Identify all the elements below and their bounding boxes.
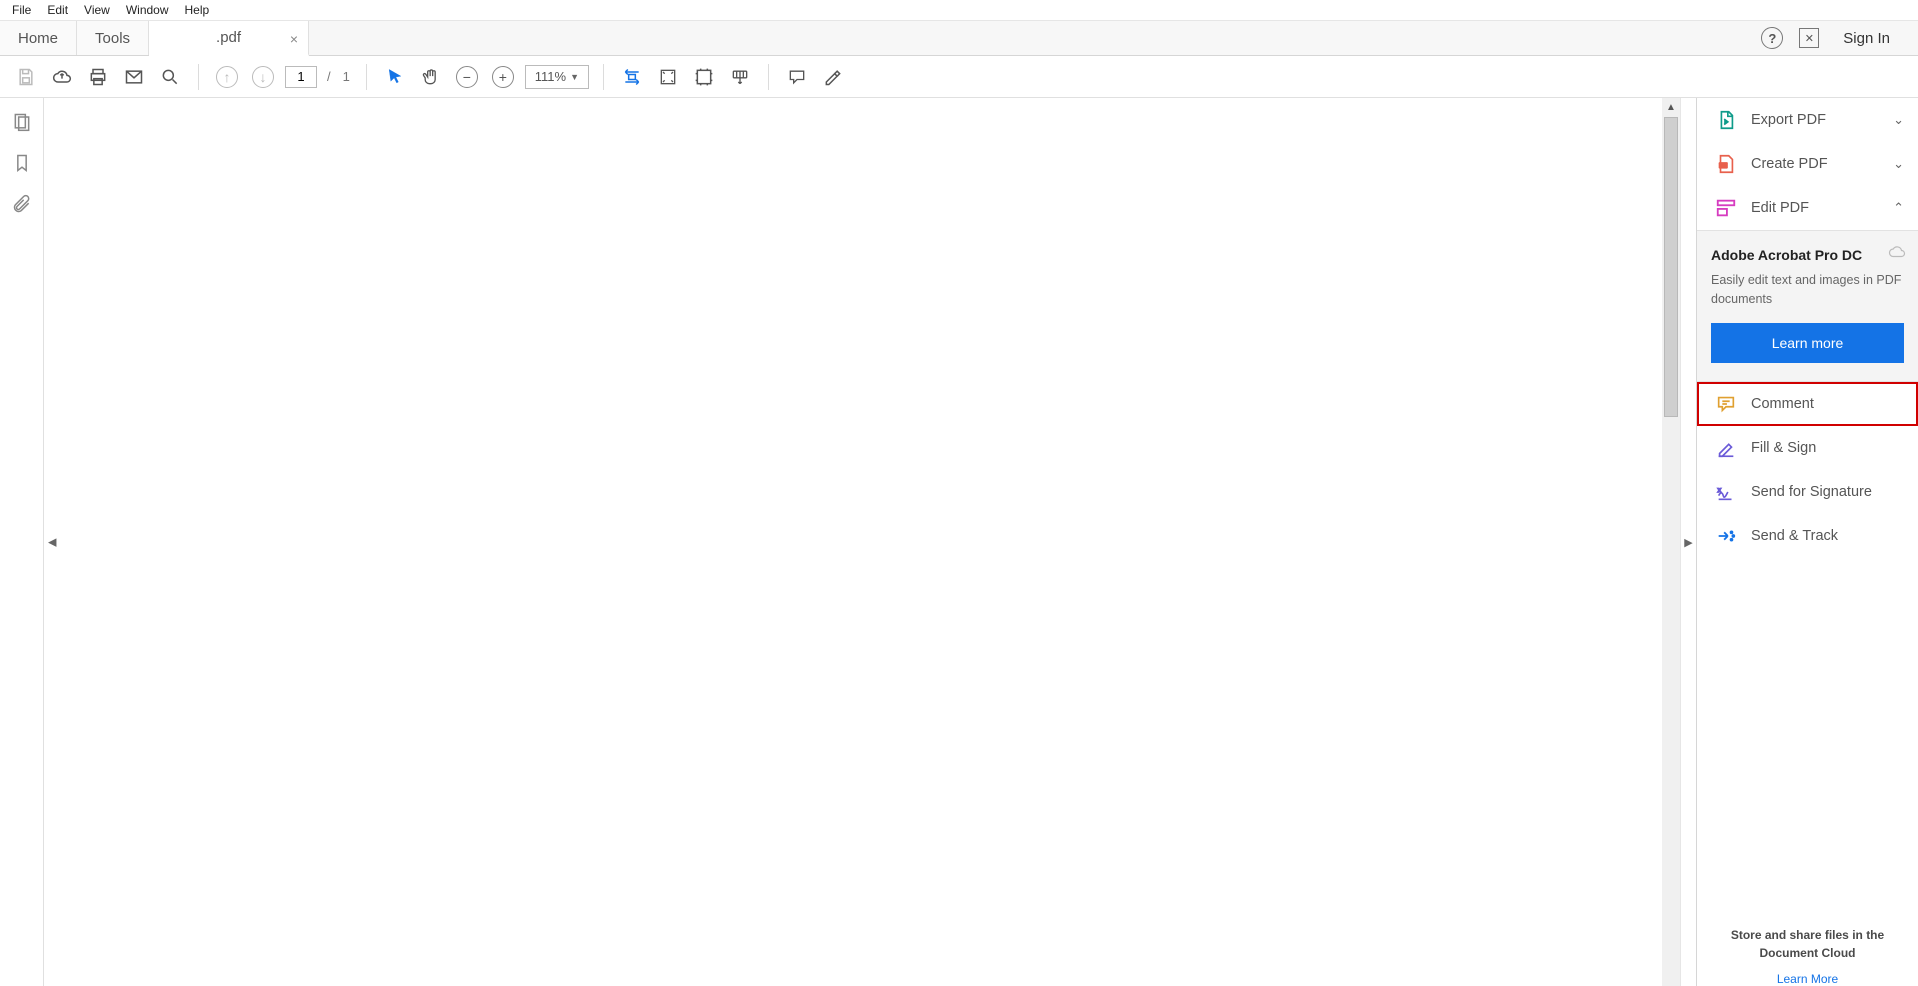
tool-send-track[interactable]: Send & Track bbox=[1697, 514, 1918, 558]
menu-file[interactable]: File bbox=[4, 1, 39, 19]
vertical-scrollbar[interactable]: ▲ bbox=[1662, 98, 1680, 986]
page-total: 1 bbox=[341, 69, 352, 84]
selection-tool-icon[interactable] bbox=[381, 63, 409, 91]
notifications-icon[interactable]: ✕ bbox=[1799, 28, 1819, 48]
page-down-icon[interactable]: ↓ bbox=[249, 63, 277, 91]
create-pdf-icon bbox=[1715, 153, 1737, 175]
menu-window[interactable]: Window bbox=[118, 1, 177, 19]
tool-comment-label: Comment bbox=[1751, 396, 1814, 412]
tool-fill-sign-label: Fill & Sign bbox=[1751, 440, 1816, 456]
export-pdf-icon bbox=[1715, 109, 1737, 131]
tool-send-track-label: Send & Track bbox=[1751, 528, 1838, 544]
learn-more-button[interactable]: Learn more bbox=[1711, 323, 1904, 363]
menu-bar: File Edit View Window Help bbox=[0, 0, 1918, 20]
footer-store-text: Store and share files in the Document Cl… bbox=[1713, 926, 1902, 962]
collapse-left-icon[interactable]: ◀ bbox=[48, 536, 56, 549]
fit-page-icon[interactable] bbox=[654, 63, 682, 91]
menu-edit[interactable]: Edit bbox=[39, 1, 76, 19]
email-icon[interactable] bbox=[120, 63, 148, 91]
zoom-value: 111% bbox=[535, 69, 566, 84]
highlight-icon[interactable] bbox=[819, 63, 847, 91]
read-mode-icon[interactable] bbox=[726, 63, 754, 91]
page-up-icon[interactable]: ↑ bbox=[213, 63, 241, 91]
save-icon[interactable] bbox=[12, 63, 40, 91]
expand-right-icon[interactable]: ▶ bbox=[1680, 98, 1696, 986]
tab-row: Home Tools .pdf × ? ✕ Sign In bbox=[0, 20, 1918, 56]
help-icon[interactable]: ? bbox=[1761, 27, 1783, 49]
tool-edit-pdf[interactable]: Edit PDF ⌃ bbox=[1697, 186, 1918, 230]
scroll-thumb[interactable] bbox=[1664, 117, 1678, 417]
print-icon[interactable] bbox=[84, 63, 112, 91]
expanded-description: Easily edit text and images in PDF docum… bbox=[1711, 271, 1904, 309]
tool-fill-sign[interactable]: Fill & Sign bbox=[1697, 426, 1918, 470]
chevron-down-icon: ⌄ bbox=[1893, 156, 1904, 172]
edit-pdf-expanded: Adobe Acrobat Pro DC Easily edit text an… bbox=[1697, 230, 1918, 382]
search-icon[interactable] bbox=[156, 63, 184, 91]
close-tab-icon[interactable]: × bbox=[290, 31, 298, 47]
comment-icon bbox=[1715, 393, 1737, 415]
right-tools-panel: Export PDF ⌄ Create PDF ⌄ Edit PDF ⌃ Ado… bbox=[1696, 98, 1918, 986]
tool-edit-pdf-label: Edit PDF bbox=[1751, 200, 1809, 216]
menu-view[interactable]: View bbox=[76, 1, 118, 19]
tool-comment[interactable]: Comment bbox=[1697, 382, 1918, 426]
page-separator: / bbox=[325, 69, 333, 84]
chevron-down-icon: ▼ bbox=[570, 72, 579, 82]
scroll-up-icon[interactable]: ▲ bbox=[1662, 98, 1680, 116]
tool-export-pdf-label: Export PDF bbox=[1751, 112, 1826, 128]
bookmarks-icon[interactable] bbox=[12, 153, 32, 176]
main-area: ◀ ▲ ▶ Export PDF ⌄ Create PDF ⌄ Edit PDF… bbox=[0, 98, 1918, 986]
left-nav-panel bbox=[0, 98, 44, 986]
tool-export-pdf[interactable]: Export PDF ⌄ bbox=[1697, 98, 1918, 142]
send-signature-icon: x bbox=[1715, 481, 1737, 503]
tab-tools[interactable]: Tools bbox=[77, 21, 149, 55]
tool-create-pdf[interactable]: Create PDF ⌄ bbox=[1697, 142, 1918, 186]
fill-sign-icon bbox=[1715, 437, 1737, 459]
fit-width-icon[interactable] bbox=[618, 63, 646, 91]
sign-in-button[interactable]: Sign In bbox=[1835, 30, 1898, 47]
document-view[interactable]: ◀ bbox=[44, 98, 1662, 986]
chevron-up-icon: ⌃ bbox=[1893, 200, 1904, 216]
chevron-down-icon: ⌄ bbox=[1893, 112, 1904, 128]
right-panel-footer: Store and share files in the Document Cl… bbox=[1697, 906, 1918, 986]
tab-home[interactable]: Home bbox=[0, 21, 77, 55]
fullscreen-icon[interactable] bbox=[690, 63, 718, 91]
zoom-level-select[interactable]: 111% ▼ bbox=[525, 65, 589, 89]
tab-document-label: .pdf bbox=[216, 29, 241, 46]
expanded-title: Adobe Acrobat Pro DC bbox=[1711, 247, 1904, 263]
tool-send-signature[interactable]: x Send for Signature bbox=[1697, 470, 1918, 514]
zoom-in-icon[interactable]: + bbox=[489, 63, 517, 91]
attachments-icon[interactable] bbox=[12, 194, 32, 217]
thumbnails-icon[interactable] bbox=[12, 112, 32, 135]
send-track-icon bbox=[1715, 525, 1737, 547]
tool-send-signature-label: Send for Signature bbox=[1751, 484, 1872, 500]
hand-tool-icon[interactable] bbox=[417, 63, 445, 91]
footer-learn-more-link[interactable]: Learn More bbox=[1777, 972, 1838, 986]
menu-help[interactable]: Help bbox=[177, 1, 218, 19]
toolbar: ↑ ↓ / 1 − + 111% ▼ bbox=[0, 56, 1918, 98]
tool-create-pdf-label: Create PDF bbox=[1751, 156, 1828, 172]
zoom-out-icon[interactable]: − bbox=[453, 63, 481, 91]
page-number-input[interactable] bbox=[285, 66, 317, 88]
cloud-upload-icon[interactable] bbox=[48, 63, 76, 91]
edit-pdf-icon bbox=[1715, 197, 1737, 219]
tab-document[interactable]: .pdf × bbox=[149, 21, 309, 56]
cloud-icon bbox=[1888, 243, 1906, 264]
comment-bubble-icon[interactable] bbox=[783, 63, 811, 91]
